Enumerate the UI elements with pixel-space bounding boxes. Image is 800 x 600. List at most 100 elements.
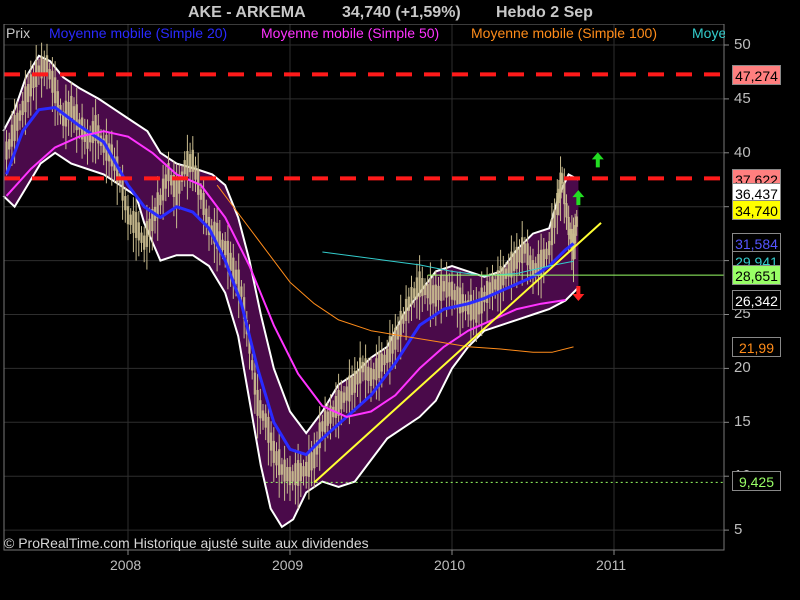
candle-body: [448, 282, 451, 297]
y-tick-label: 40: [734, 144, 751, 161]
candle-body: [48, 69, 51, 80]
y-tick-label: 45: [734, 90, 751, 107]
candle-body: [221, 239, 224, 251]
candle-body: [534, 263, 537, 274]
candle-body: [272, 440, 275, 463]
candle-body: [423, 284, 427, 296]
candle-body: [442, 281, 446, 292]
candle-body: [53, 77, 57, 104]
candle-body: [299, 463, 302, 482]
candle-body: [499, 265, 502, 292]
candle-body: [445, 275, 448, 298]
candle-body: [191, 149, 194, 172]
candle-body: [394, 327, 397, 350]
legend-item-ma100: Moyenne mobile (Simple 100): [471, 25, 657, 41]
x-tick-label: 2009: [272, 557, 304, 573]
price-tag-resistance-high: 47,274: [732, 65, 781, 85]
candle-body: [472, 301, 475, 320]
candle-body: [323, 410, 327, 433]
candle-body: [485, 280, 489, 303]
x-tick-label: 2011: [596, 557, 627, 573]
copyright-note: © ProRealTime.com Historique ajusté suit…: [4, 535, 369, 551]
candle-body: [515, 246, 518, 269]
candle-body: [278, 449, 281, 476]
candle-body: [512, 252, 516, 271]
x-tick-label: 2008: [110, 557, 142, 573]
candle-body: [415, 277, 419, 300]
candle-body: [159, 194, 162, 206]
candle-body: [132, 210, 135, 233]
candle-body: [234, 269, 238, 284]
symbol-title: AKE - ARKEMA: [188, 4, 306, 21]
candle-body: [183, 160, 186, 175]
candle-body: [383, 354, 386, 366]
candle-body: [526, 243, 529, 266]
legend: Prix Moyenne mobile (Simple 20) Moyenne …: [3, 24, 725, 42]
candle-body: [29, 74, 32, 97]
candle-body: [43, 59, 46, 74]
candle-body: [240, 286, 243, 297]
candle-body: [496, 270, 500, 293]
price-chart[interactable]: [0, 24, 800, 600]
candle-body: [407, 296, 410, 311]
candle-body: [75, 104, 78, 131]
candle-body: [356, 370, 359, 385]
candle-body: [291, 471, 294, 482]
candle-body: [388, 336, 392, 362]
candle-body: [502, 267, 505, 286]
price-tag-ma20: 31,584: [732, 233, 781, 253]
candle-body: [491, 276, 494, 295]
candle-body: [229, 252, 232, 271]
candle-body: [56, 91, 59, 110]
candle-body: [26, 83, 30, 103]
candle-body: [199, 189, 203, 200]
y-tick-label: 50: [734, 36, 751, 53]
candle-body: [321, 421, 324, 432]
candle-body: [294, 463, 297, 486]
period-label: Hebdo 2 Sep: [496, 4, 593, 21]
candle-body: [286, 466, 289, 482]
y-tick-label: 20: [734, 359, 751, 376]
candle-body: [318, 422, 321, 449]
candle-body: [264, 413, 267, 428]
candle-body: [186, 151, 189, 177]
candle-body: [458, 287, 462, 314]
candle-body: [518, 248, 521, 263]
candle-body: [145, 221, 149, 247]
chart-title-bar: AKE - ARKEMA 34,740 (+1,59%) Hebdo 2 Sep: [0, 0, 800, 24]
candle-body: [121, 178, 124, 201]
candle-body: [426, 284, 429, 299]
x-tick-label: 2010: [434, 557, 466, 573]
candle-body: [10, 124, 14, 147]
candle-body: [367, 366, 370, 381]
candle-body: [434, 284, 437, 307]
candle-body: [380, 353, 383, 372]
candle-body: [24, 86, 27, 113]
price-tag-support-low: 9,425: [732, 471, 781, 491]
candle-body: [202, 192, 205, 215]
candle-body: [521, 237, 524, 264]
y-tick-label: 5: [734, 521, 743, 538]
candle-body: [261, 410, 265, 421]
candle-body: [8, 139, 11, 150]
candle-body: [143, 235, 146, 250]
candle-body: [369, 367, 373, 386]
candle-body: [453, 290, 456, 301]
candle-body: [310, 452, 313, 471]
candle-body: [364, 358, 367, 381]
candle-body: [326, 411, 329, 426]
candle-body: [396, 325, 400, 340]
price-tag-ma100: 21,99: [732, 337, 781, 357]
candle-body: [529, 255, 532, 270]
candle-body: [275, 451, 278, 466]
candle-body: [334, 395, 338, 418]
candle-body: [283, 459, 286, 482]
candle-body: [126, 206, 130, 225]
candle-body: [375, 358, 378, 381]
candle-body: [269, 432, 273, 451]
candle-body: [21, 100, 24, 116]
candle-body: [45, 55, 49, 74]
candle-body: [563, 182, 566, 205]
candle-body: [205, 208, 208, 223]
candle-body: [413, 288, 416, 299]
